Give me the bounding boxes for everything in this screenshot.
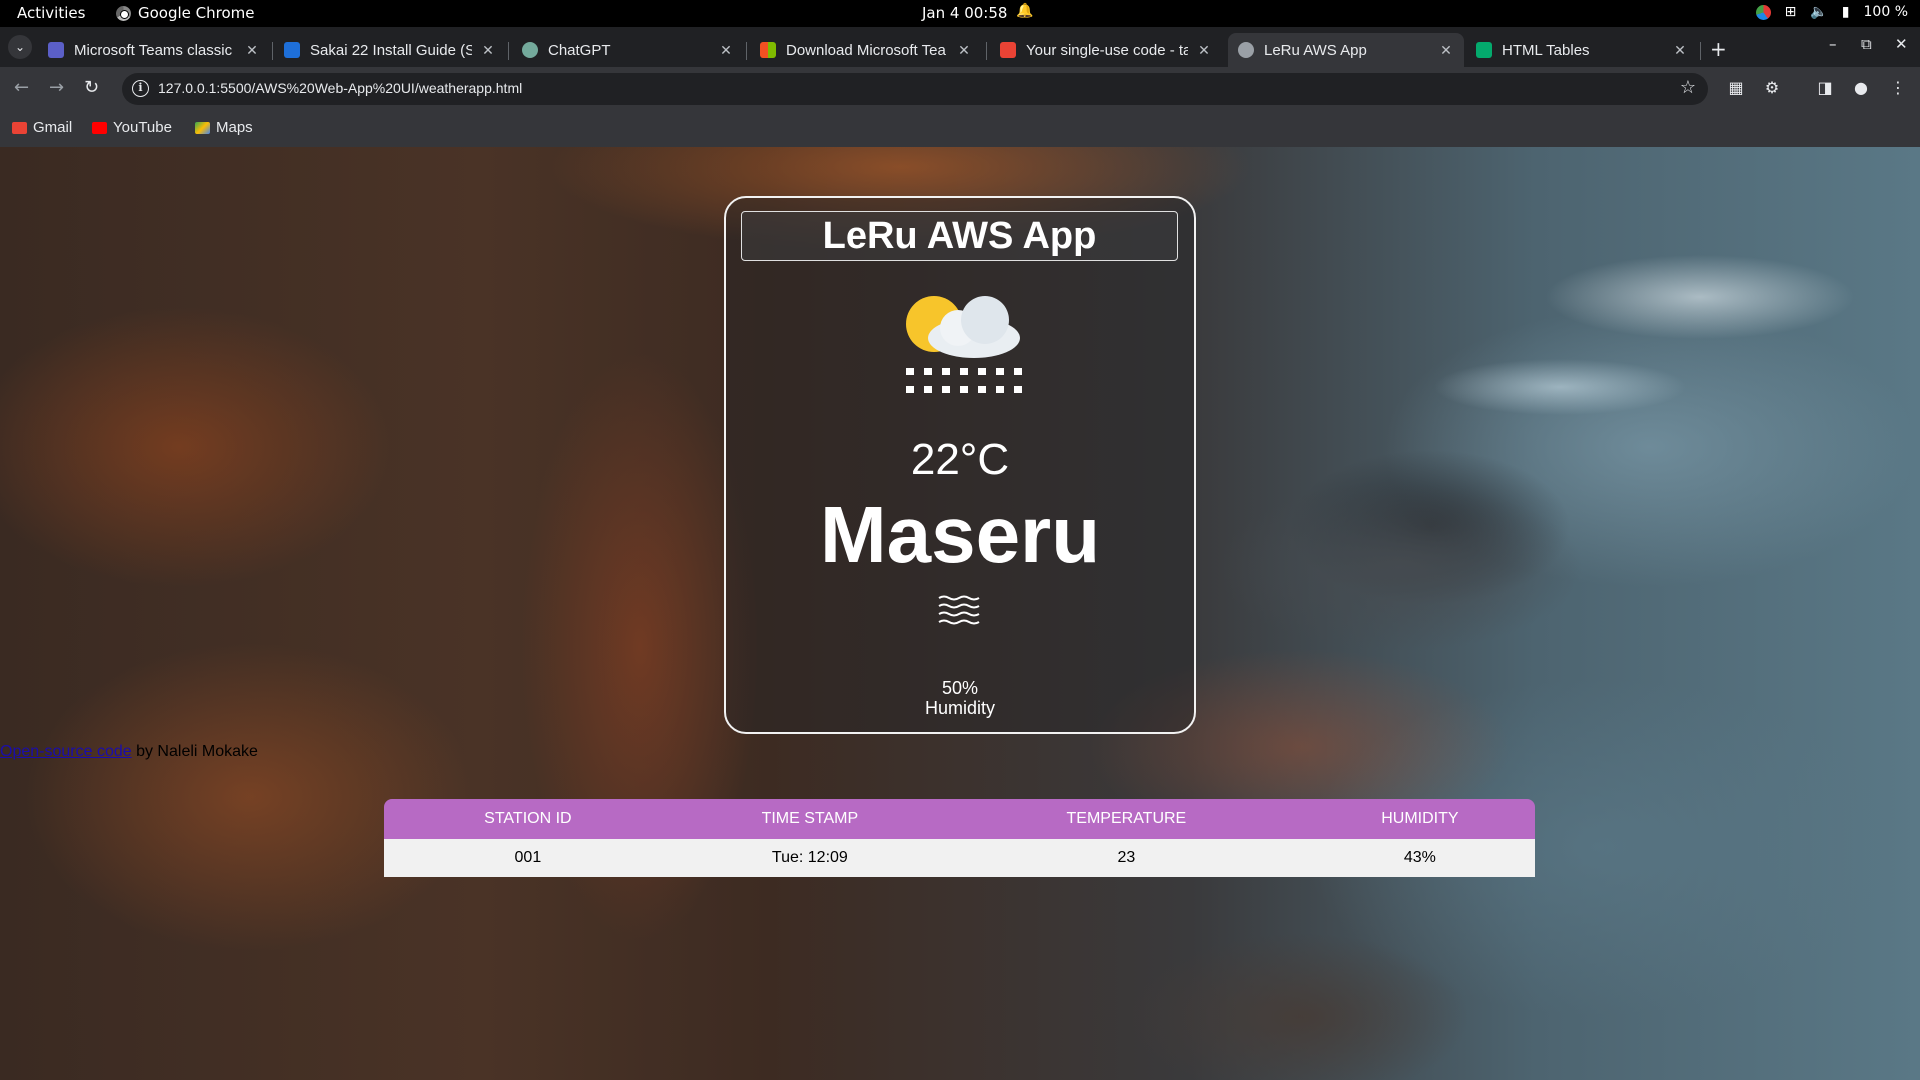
- table-header-row: STATION ID TIME STAMP TEMPERATURE HUMIDI…: [384, 799, 1535, 839]
- tab-title: HTML Tables: [1502, 41, 1590, 59]
- tab-strip: ⌄ Microsoft Teams classic ✕ Sakai 22 Ins…: [0, 27, 1920, 67]
- profile-avatar-icon[interactable]: ●: [1851, 78, 1871, 98]
- forward-arrow-icon[interactable]: →: [49, 77, 64, 98]
- extensions-puzzle-icon[interactable]: ⚙: [1762, 78, 1782, 98]
- table-cell: 23: [947, 839, 1305, 877]
- side-panel-icon[interactable]: ◨: [1815, 78, 1835, 98]
- tab-sakai[interactable]: Sakai 22 Install Guide (Sc ✕: [274, 33, 506, 67]
- tab-title: ChatGPT: [548, 41, 611, 59]
- close-icon[interactable]: ✕: [1672, 42, 1688, 59]
- minimize-icon[interactable]: –: [1829, 35, 1837, 53]
- window-close-icon[interactable]: ✕: [1895, 35, 1908, 53]
- column-header: TIME STAMP: [671, 799, 948, 839]
- app-name: Google Chrome: [138, 4, 255, 22]
- chrome-icon: [116, 5, 131, 21]
- system-top-bar: Activities Google Chrome Jan 4 00:58 🔔 ⊞…: [0, 0, 1920, 27]
- tab-separator: [272, 42, 273, 60]
- close-icon[interactable]: ✕: [718, 42, 734, 59]
- tab-title: Microsoft Teams classic: [74, 41, 233, 59]
- close-icon[interactable]: ✕: [480, 42, 496, 59]
- tab-separator: [508, 42, 509, 60]
- city-name: Maseru: [819, 490, 1101, 579]
- tab-download-teams[interactable]: Download Microsoft Tea ✕: [750, 33, 982, 67]
- app-title: LeRu AWS App: [741, 211, 1178, 261]
- table-row: 001 Tue: 12:09 23 43%: [384, 839, 1535, 877]
- w3schools-favicon-icon: [1476, 42, 1492, 58]
- site-info-icon[interactable]: i: [132, 80, 149, 97]
- tab-separator: [1700, 42, 1701, 60]
- column-header: HUMIDITY: [1304, 799, 1535, 839]
- close-icon[interactable]: ✕: [1196, 42, 1212, 59]
- microsoft-favicon-icon: [760, 42, 776, 58]
- tab-leru-aws-app[interactable]: LeRu AWS App ✕: [1228, 33, 1464, 67]
- notification-bell-icon: 🔔: [1016, 3, 1034, 19]
- close-icon[interactable]: ✕: [1438, 42, 1454, 59]
- humidity-value: 50%: [941, 678, 979, 698]
- page-viewport: LeRu AWS App 22°C Maseru 50% Humidity Op…: [0, 147, 1920, 1080]
- maps-icon: [195, 121, 210, 134]
- battery-level: 100 %: [1863, 4, 1908, 20]
- tab-title: Download Microsoft Tea: [786, 41, 946, 59]
- bookmark-label: YouTube: [113, 119, 172, 136]
- browser-toolbar: ← → ↻ i 127.0.0.1:5500/AWS%20Web-App%20U…: [0, 67, 1920, 111]
- reload-icon[interactable]: ↻: [84, 77, 99, 98]
- activities-button[interactable]: Activities: [17, 4, 85, 22]
- address-bar[interactable]: i 127.0.0.1:5500/AWS%20Web-App%20UI/weat…: [122, 73, 1708, 105]
- gmail-favicon-icon: [1000, 42, 1016, 58]
- extension-color-icon[interactable]: ▦: [1726, 78, 1746, 98]
- bookmark-label: Maps: [216, 119, 253, 136]
- tab-separator: [746, 42, 747, 60]
- column-header: TEMPERATURE: [947, 799, 1305, 839]
- tab-html-tables[interactable]: HTML Tables ✕: [1466, 33, 1698, 67]
- tab-chatgpt[interactable]: ChatGPT ✕: [512, 33, 744, 67]
- close-icon[interactable]: ✕: [956, 42, 972, 59]
- tab-title: LeRu AWS App: [1264, 41, 1367, 59]
- youtube-icon: [92, 121, 107, 134]
- back-arrow-icon[interactable]: ←: [14, 77, 29, 98]
- humidity-waves-icon: [938, 595, 980, 625]
- table-cell: 43%: [1304, 839, 1535, 877]
- app-menu[interactable]: Google Chrome: [116, 4, 255, 22]
- tab-teams[interactable]: Microsoft Teams classic ✕: [38, 33, 270, 67]
- tab-search-button[interactable]: ⌄: [8, 35, 32, 59]
- new-tab-plus-icon[interactable]: +: [1710, 37, 1727, 61]
- gmail-icon: [12, 121, 27, 134]
- weather-card: LeRu AWS App 22°C Maseru 50% Humidity: [724, 196, 1196, 734]
- sun-cloud-snow-icon: [906, 296, 1022, 393]
- tab-title: Your single-use code - ta: [1026, 41, 1188, 59]
- bookmark-gmail[interactable]: Gmail: [12, 119, 72, 136]
- tab-separator: [986, 42, 987, 60]
- tab-gmail-code[interactable]: Your single-use code - ta ✕: [990, 33, 1222, 67]
- volume-icon: 🔈: [1810, 4, 1828, 20]
- teams-favicon-icon: [48, 42, 64, 58]
- url-text[interactable]: 127.0.0.1:5500/AWS%20Web-App%20UI/weathe…: [158, 80, 522, 96]
- clock[interactable]: Jan 4 00:58: [922, 4, 1007, 22]
- table-cell: 001: [384, 839, 672, 877]
- bookmark-label: Gmail: [33, 119, 73, 136]
- readings-table: STATION ID TIME STAMP TEMPERATURE HUMIDI…: [384, 799, 1535, 877]
- network-icon: ⊞: [1784, 4, 1797, 20]
- restore-icon[interactable]: ⧉: [1861, 35, 1872, 53]
- credit-author: by Naleli Mokake: [131, 743, 258, 760]
- credit-line: Open-source code by Naleli Mokake: [0, 743, 258, 761]
- temperature-value: 22°C: [910, 435, 1010, 484]
- battery-icon: ▮: [1841, 4, 1850, 20]
- bookmark-star-icon[interactable]: ☆: [1680, 77, 1696, 98]
- bookmarks-bar: Gmail YouTube Maps: [0, 111, 1920, 147]
- bookmark-maps[interactable]: Maps: [195, 119, 253, 136]
- bookmark-youtube[interactable]: YouTube: [92, 119, 172, 136]
- humidity-label: Humidity: [924, 698, 995, 718]
- close-icon[interactable]: ✕: [244, 42, 260, 59]
- chatgpt-favicon-icon: [522, 42, 538, 58]
- globe-favicon-icon: [1238, 42, 1254, 58]
- column-header: STATION ID: [384, 799, 672, 839]
- table-cell: Tue: 12:09: [671, 839, 948, 877]
- tray-app-icon[interactable]: [1755, 4, 1771, 20]
- sakai-favicon-icon: [284, 42, 300, 58]
- kebab-menu-icon[interactable]: ⋮: [1888, 78, 1908, 98]
- system-tray[interactable]: ⊞ 🔈 ▮ 100 %: [1755, 4, 1908, 20]
- open-source-link[interactable]: Open-source code: [0, 743, 132, 760]
- tab-title: Sakai 22 Install Guide (Sc: [310, 41, 472, 59]
